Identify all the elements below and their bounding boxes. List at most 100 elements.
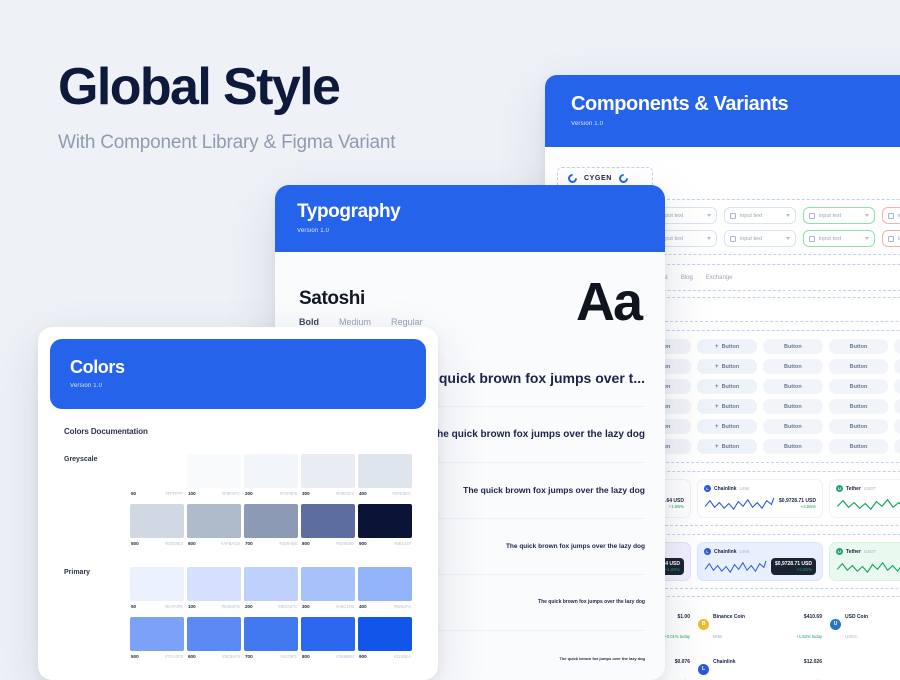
chevron-down-icon[interactable] [786, 237, 790, 240]
crypto-card[interactable]: L Chainlink LINK $0,9728.71 USD +2.86% [697, 479, 823, 518]
color-swatch[interactable]: 500 #7CA2F8 [130, 617, 184, 664]
coin-list-item[interactable]: B Binance Coin BNB $410.69 +1.83% today [698, 604, 822, 644]
input-field[interactable]: input text [803, 230, 875, 247]
button-variant[interactable]: + Button [697, 419, 757, 434]
colors-card-title: Colors [70, 357, 125, 377]
button-label: Button [783, 343, 802, 350]
swatch-step: 500 [131, 654, 139, 659]
weight-medium: Medium [339, 316, 372, 327]
button-variant[interactable]: Button [828, 359, 889, 374]
swatch-meta: 900 #0B1437 [358, 538, 412, 551]
color-swatch[interactable]: 900 #0B1437 [358, 504, 412, 551]
button-variant[interactable]: Button [763, 419, 823, 434]
button-variant[interactable]: Button [828, 379, 889, 394]
c-mark-icon [617, 172, 630, 185]
swatch-chip [244, 567, 298, 601]
color-swatch[interactable]: 800 #5D6E9E [301, 504, 355, 551]
swatch-hex: #E9EDF3 [335, 491, 354, 496]
crypto-card[interactable]: UTetherUSDT $1.00 USD-0.02% [829, 542, 900, 581]
button-variant[interactable]: Button [828, 439, 889, 454]
button-variant[interactable]: Button [763, 339, 823, 354]
swatch-meta: 600 #5C8AF5 [187, 651, 241, 664]
button-variant[interactable]: Button [894, 359, 900, 374]
color-swatch[interactable]: 600 #AFBACB [187, 504, 241, 551]
swatch-step: 50 [131, 491, 137, 496]
color-swatch[interactable]: 400 #92B2FA [358, 567, 412, 614]
button-variant[interactable]: Button [763, 359, 823, 374]
input-field[interactable]: input text [724, 207, 796, 224]
input-field[interactable]: input text [803, 207, 875, 224]
chevron-down-icon[interactable] [865, 237, 869, 240]
button-label: Button [849, 423, 868, 430]
swatch-meta: 300 #E9EDF3 [301, 488, 355, 501]
c-mark-icon [566, 172, 579, 185]
button-variant[interactable]: + Button [697, 339, 757, 354]
color-swatch[interactable]: 300 #E9EDF3 [301, 454, 355, 501]
input-field[interactable]: input text [724, 230, 796, 247]
button-variant[interactable]: Button [894, 399, 900, 414]
color-swatch[interactable]: 400 #DFE5EC [358, 454, 412, 501]
button-variant[interactable]: Button [828, 339, 889, 354]
button-variant[interactable]: Button [763, 399, 823, 414]
button-label: Button [849, 363, 868, 370]
color-swatch[interactable]: 800 #2B68EE [301, 617, 355, 664]
swatch-hex: #0B1437 [394, 541, 411, 546]
swatch-hex: #FFFFFF [165, 491, 183, 496]
button-variant[interactable]: Button [828, 399, 889, 414]
coin-name: Tether [846, 548, 861, 555]
chevron-down-icon[interactable] [865, 214, 869, 217]
crypto-card-header: U Tether USDT [836, 485, 900, 492]
button-variant[interactable]: + Button [697, 439, 757, 454]
input-field[interactable]: input text [882, 230, 900, 247]
color-swatch[interactable]: 200 #F2F5F9 [244, 454, 298, 501]
crypto-card-body: $0,9728.71 USD +2.86% [704, 558, 816, 575]
crypto-card[interactable]: UTetherUSDT $1.00 USD-0.02% [829, 479, 900, 518]
chevron-down-icon[interactable] [786, 214, 790, 217]
swatch-meta: 400 #92B2FA [358, 601, 412, 614]
button-variant[interactable]: Button [894, 339, 900, 354]
chevron-down-icon[interactable] [707, 214, 711, 217]
button-variant[interactable]: Button [763, 439, 823, 454]
button-variant[interactable]: Button [894, 439, 900, 454]
button-variant[interactable]: Button [894, 419, 900, 434]
button-variant[interactable]: Button [894, 379, 900, 394]
button-label: Button [783, 363, 802, 370]
swatch-chip [130, 567, 184, 601]
button-variant[interactable]: + Button [697, 379, 757, 394]
coin-list-item[interactable]: UUSD CoinUSDC$1.00+0.00% today [830, 604, 900, 644]
color-swatch[interactable]: 50 #FFFFFF [130, 454, 184, 501]
color-swatch[interactable]: 900 #1155EA [358, 617, 412, 664]
coin-name: USD Coin [845, 614, 869, 620]
plus-icon: + [715, 443, 719, 450]
swatch-step: 500 [131, 541, 139, 546]
color-swatch[interactable]: 500 #D0D8E3 [130, 504, 184, 551]
color-swatch[interactable]: 100 #F8FAFC [187, 454, 241, 501]
swatch-chip [187, 504, 241, 538]
button-variant[interactable]: + Button [697, 399, 757, 414]
color-swatch[interactable]: 600 #5C8AF5 [187, 617, 241, 664]
colors-card[interactable]: Colors Version 1.0 Colors Documentation … [38, 327, 438, 680]
button-variant[interactable]: Button [828, 419, 889, 434]
field-leading-icon [809, 212, 815, 219]
color-swatch[interactable]: 100 #D4E0FD [187, 567, 241, 614]
coin-list-item[interactable]: L ChainlinkLINK $12.026+4.21% today [698, 649, 822, 680]
nav-item-exchange[interactable]: Exchange [706, 275, 733, 281]
swatch-step: 800 [302, 654, 310, 659]
color-swatch[interactable]: 200 #BED1FC [244, 567, 298, 614]
color-swatch[interactable]: 700 #8D9AB5 [244, 504, 298, 551]
color-swatch[interactable]: 50 #EAF0FE [130, 567, 184, 614]
swatch-meta: 700 #8D9AB5 [244, 538, 298, 551]
button-variant[interactable]: + Button [697, 359, 757, 374]
nav-item-blog[interactable]: Blog [681, 275, 693, 281]
crypto-card[interactable]: L Chainlink LINK $0,9728.71 USD +2.86% [697, 542, 823, 581]
button-label: Button [721, 423, 740, 430]
coin-price: $12.026 [803, 659, 822, 665]
coin-change: +2.86% [800, 504, 816, 509]
color-swatch[interactable]: 700 #4279F1 [244, 617, 298, 664]
input-field[interactable]: input text [882, 207, 900, 224]
swatch-meta: 600 #AFBACB [187, 538, 241, 551]
button-variant[interactable]: Button [763, 379, 823, 394]
crypto-card-body: $0,9728.71 USD +2.86% [704, 495, 816, 512]
chevron-down-icon[interactable] [707, 237, 711, 240]
color-swatch[interactable]: 300 #A8C1FB [301, 567, 355, 614]
